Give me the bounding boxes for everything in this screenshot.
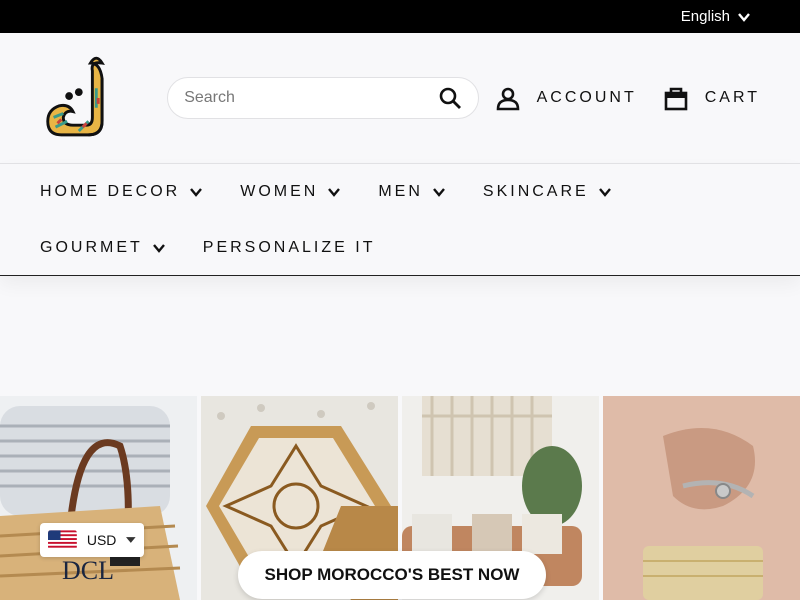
nav-item-women[interactable]: WOMEN xyxy=(240,183,341,201)
chevron-down-icon xyxy=(152,244,165,253)
nav-item-label: MEN xyxy=(378,183,423,200)
us-flag-icon xyxy=(48,530,77,550)
currency-selector[interactable]: USD xyxy=(40,523,144,557)
main-navigation: HOME DECOR WOMEN MEN SKINCARE GOURMET PE… xyxy=(0,164,800,276)
nav-item-skincare[interactable]: SKINCARE xyxy=(483,183,611,201)
caret-down-icon xyxy=(126,537,136,543)
nav-item-men[interactable]: MEN xyxy=(378,183,445,201)
search-input[interactable] xyxy=(184,89,438,107)
basket-photo: DCL xyxy=(0,396,197,600)
cart-link[interactable]: CART xyxy=(663,85,760,111)
nav-item-label: PERSONALIZE IT xyxy=(202,239,376,256)
nav-item-label: SKINCARE xyxy=(482,183,589,200)
chevron-down-icon xyxy=(738,12,750,22)
logo[interactable] xyxy=(40,48,131,148)
nav-item-label: GOURMET xyxy=(40,239,143,256)
nav-item-label: WOMEN xyxy=(240,183,319,200)
nav-item-gourmet[interactable]: GOURMET xyxy=(40,239,165,257)
jewelry-photo xyxy=(603,396,800,600)
language-selector[interactable]: English xyxy=(681,8,750,25)
site-header: ACCOUNT CART xyxy=(0,33,800,164)
account-link[interactable]: ACCOUNT xyxy=(495,85,637,111)
chevron-down-icon xyxy=(432,188,445,197)
cart-label: CART xyxy=(704,89,760,106)
chevron-down-icon xyxy=(190,188,203,197)
hero-image-jewelry[interactable] xyxy=(603,396,800,600)
search-bar xyxy=(167,77,479,119)
search-icon[interactable] xyxy=(438,86,462,110)
nav-item-home-decor[interactable]: HOME DECOR xyxy=(40,183,203,201)
hero-image-basket[interactable]: DCL xyxy=(0,396,197,600)
nav-item-personalize-it[interactable]: PERSONALIZE IT xyxy=(203,239,376,257)
account-label: ACCOUNT xyxy=(536,89,637,106)
shopping-bag-icon xyxy=(664,87,688,111)
user-icon xyxy=(496,87,519,111)
language-label: English xyxy=(680,8,730,25)
chevron-down-icon xyxy=(598,188,611,197)
chevron-down-icon xyxy=(328,188,341,197)
nav-item-label: HOME DECOR xyxy=(40,183,181,200)
basket-monogram: DCL xyxy=(62,556,114,585)
announcement-bar: English xyxy=(0,0,800,33)
currency-code: USD xyxy=(86,532,117,548)
shop-now-button[interactable]: SHOP MOROCCO'S BEST NOW xyxy=(238,551,546,599)
